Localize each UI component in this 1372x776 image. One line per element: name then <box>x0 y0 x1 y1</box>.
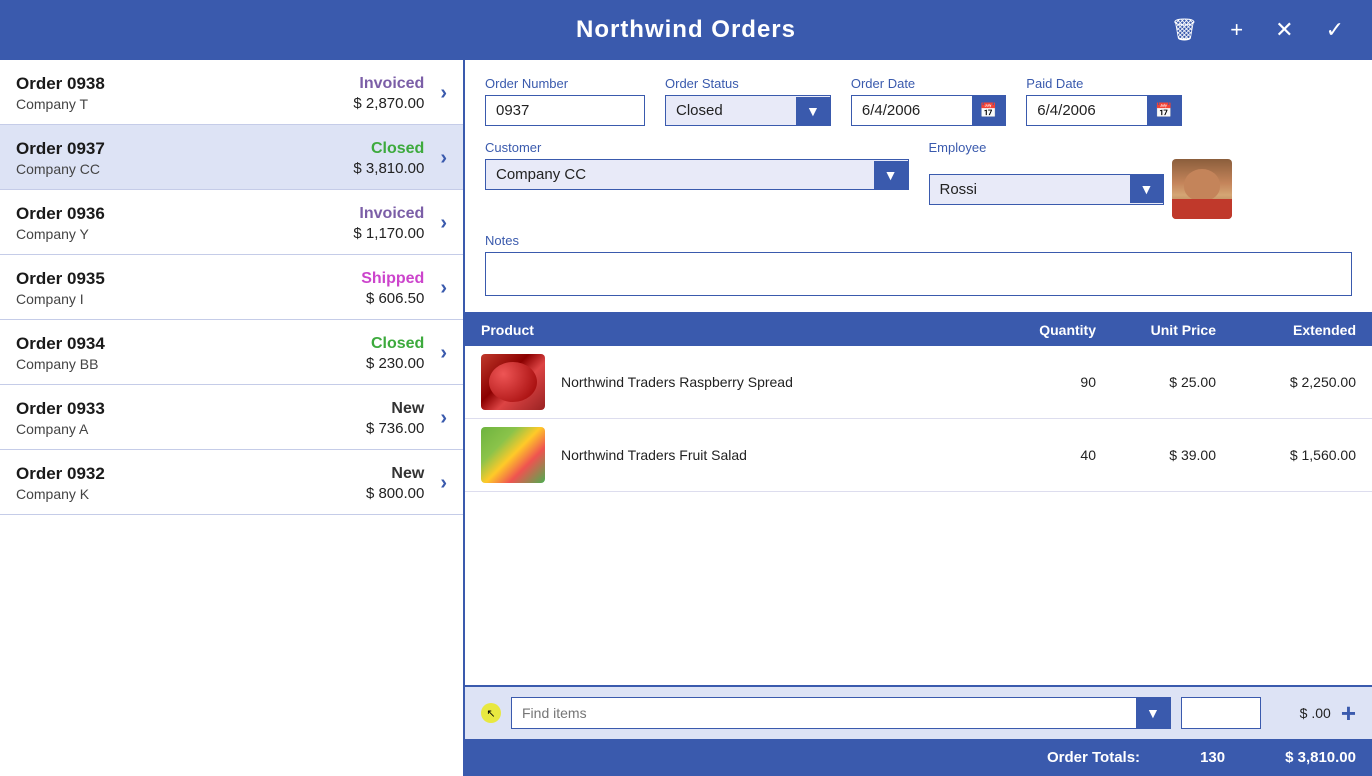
table-row[interactable]: Northwind Traders Fruit Salad 40 $ 39.00… <box>465 419 1372 492</box>
chevron-right-icon: › <box>440 342 447 365</box>
add-product-row: ↖ ▼ $ .00 + <box>465 685 1372 739</box>
col-extended-header: Extended <box>1216 322 1356 338</box>
paid-date-input[interactable] <box>1027 96 1147 125</box>
customer-field: Customer Company CC Company T Company Y … <box>485 140 909 190</box>
form-row-2: Customer Company CC Company T Company Y … <box>485 140 1352 219</box>
add-quantity-input[interactable] <box>1181 697 1261 729</box>
list-item[interactable]: Order 0938 Company T Invoiced $ 2,870.00… <box>0 60 463 125</box>
order-date-input[interactable] <box>852 96 972 125</box>
employee-select[interactable]: Rossi <box>930 175 1130 204</box>
order-totals-label: Order Totals: <box>1047 749 1140 766</box>
chevron-right-icon: › <box>440 212 447 235</box>
order-detail: Order Number Order Status Closed Invoice… <box>465 60 1372 776</box>
notes-label: Notes <box>485 233 1352 248</box>
main-layout: Order 0938 Company T Invoiced $ 2,870.00… <box>0 60 1372 776</box>
product-name: Northwind Traders Raspberry Spread <box>561 374 976 390</box>
add-price-display: $ .00 <box>1271 705 1331 721</box>
employee-field: Employee Rossi ▼ <box>929 140 1353 219</box>
order-totals-row: Order Totals: 130 $ 3,810.00 <box>465 739 1372 776</box>
product-name: Northwind Traders Fruit Salad <box>561 447 976 463</box>
order-status-dropdown-btn[interactable]: ▼ <box>796 97 830 125</box>
col-product-name-spacer <box>561 322 976 338</box>
table-row[interactable]: Northwind Traders Raspberry Spread 90 $ … <box>465 346 1372 419</box>
paid-date-calendar-btn[interactable]: 📅 <box>1147 96 1180 125</box>
order-date-calendar-btn[interactable]: 📅 <box>972 96 1005 125</box>
product-unit-price: $ 25.00 <box>1096 374 1216 390</box>
add-order-button[interactable]: + <box>1222 13 1251 47</box>
products-body: Northwind Traders Raspberry Spread 90 $ … <box>465 346 1372 685</box>
find-items-input[interactable] <box>512 698 1136 728</box>
products-table-header: Product Quantity Unit Price Extended <box>465 314 1372 346</box>
chevron-right-icon: › <box>440 82 447 105</box>
order-date-label: Order Date <box>851 76 1006 91</box>
list-item[interactable]: Order 0933 Company A New $ 736.00 › <box>0 385 463 450</box>
delete-button[interactable]: 🗑 <box>1162 13 1206 47</box>
raspberry-product-image <box>481 354 545 410</box>
order-status-field: Order Status Closed Invoiced Shipped New… <box>665 76 831 126</box>
order-number-input[interactable] <box>485 95 645 126</box>
app-title: Northwind Orders <box>576 16 796 44</box>
customer-dropdown-btn[interactable]: ▼ <box>874 161 908 189</box>
add-product-button[interactable]: + <box>1341 700 1356 726</box>
col-unit-price-header: Unit Price <box>1096 322 1216 338</box>
notes-input[interactable] <box>485 252 1352 296</box>
find-items-dropdown-btn[interactable]: ▼ <box>1136 698 1170 728</box>
products-section: Product Quantity Unit Price Extended Nor… <box>465 314 1372 776</box>
customer-select-wrapper: Company CC Company T Company Y Company I… <box>485 159 909 190</box>
col-product-header: Product <box>481 322 561 338</box>
chevron-right-icon: › <box>440 472 447 495</box>
order-status-label: Order Status <box>665 76 831 91</box>
customer-label: Customer <box>485 140 909 155</box>
order-number-label: Order Number <box>485 76 645 91</box>
app-header: Northwind Orders 🗑 + ✕ ✓ <box>0 0 1372 60</box>
product-extended-price: $ 2,250.00 <box>1216 374 1356 390</box>
order-totals-quantity: 130 <box>1200 749 1225 766</box>
order-number-field: Order Number <box>485 76 645 126</box>
order-totals-amount: $ 3,810.00 <box>1285 749 1356 766</box>
order-status-select-wrapper: Closed Invoiced Shipped New ▼ <box>665 95 831 126</box>
product-extended-price: $ 1,560.00 <box>1216 447 1356 463</box>
employee-photo <box>1172 159 1232 219</box>
list-item[interactable]: Order 0937 Company CC Closed $ 3,810.00 … <box>0 125 463 190</box>
cancel-button[interactable]: ✕ <box>1267 13 1301 47</box>
product-quantity: 40 <box>976 447 1096 463</box>
confirm-button[interactable]: ✓ <box>1318 13 1352 47</box>
form-row-1: Order Number Order Status Closed Invoice… <box>485 76 1352 126</box>
order-status-select[interactable]: Closed Invoiced Shipped New <box>666 96 796 125</box>
cursor-icon: ↖ <box>481 703 501 723</box>
paid-date-field: Paid Date 📅 <box>1026 76 1181 126</box>
product-unit-price: $ 39.00 <box>1096 447 1216 463</box>
find-items-wrapper: ▼ <box>511 697 1171 729</box>
employee-label: Employee <box>929 140 1353 155</box>
chevron-right-icon: › <box>440 147 447 170</box>
paid-date-wrapper: 📅 <box>1026 95 1181 126</box>
chevron-right-icon: › <box>440 407 447 430</box>
employee-select-wrapper: Rossi ▼ <box>929 174 1165 205</box>
fruitsalad-product-image <box>481 427 545 483</box>
header-icons: 🗑 + ✕ ✓ <box>1162 13 1352 47</box>
employee-dropdown-btn[interactable]: ▼ <box>1130 175 1164 203</box>
list-item[interactable]: Order 0932 Company K New $ 800.00 › <box>0 450 463 515</box>
paid-date-label: Paid Date <box>1026 76 1181 91</box>
detail-form: Order Number Order Status Closed Invoice… <box>465 60 1372 314</box>
notes-field: Notes <box>485 233 1352 296</box>
chevron-right-icon: › <box>440 277 447 300</box>
customer-select[interactable]: Company CC Company T Company Y Company I <box>486 160 874 189</box>
list-item[interactable]: Order 0936 Company Y Invoiced $ 1,170.00… <box>0 190 463 255</box>
order-date-wrapper: 📅 <box>851 95 1006 126</box>
list-item[interactable]: Order 0934 Company BB Closed $ 230.00 › <box>0 320 463 385</box>
order-list: Order 0938 Company T Invoiced $ 2,870.00… <box>0 60 465 776</box>
product-quantity: 90 <box>976 374 1096 390</box>
list-item[interactable]: Order 0935 Company I Shipped $ 606.50 › <box>0 255 463 320</box>
order-date-field: Order Date 📅 <box>851 76 1006 126</box>
col-quantity-header: Quantity <box>976 322 1096 338</box>
